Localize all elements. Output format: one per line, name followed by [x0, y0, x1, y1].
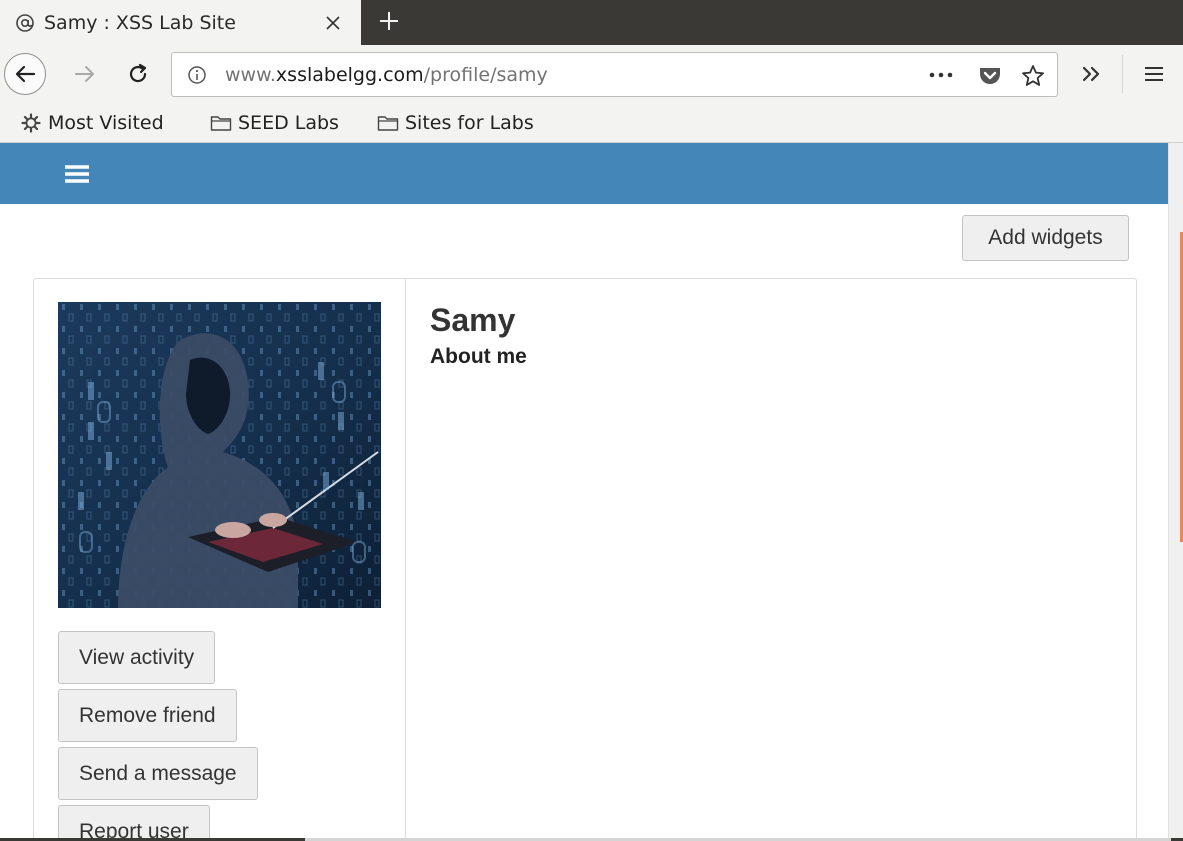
profile-box: View activity Remove friend Send a messa… — [33, 278, 1137, 841]
double-chevron-icon[interactable] — [1076, 58, 1108, 90]
tab-strip: Samy : XSS Lab Site — [0, 0, 1183, 45]
gear-icon — [20, 112, 42, 134]
hamburger-icon[interactable] — [60, 160, 94, 188]
close-icon[interactable] — [318, 8, 348, 38]
ellipsis-icon[interactable] — [926, 61, 956, 89]
profile-name: Samy — [430, 302, 516, 338]
remove-friend-button[interactable]: Remove friend — [58, 689, 237, 742]
folder-icon — [210, 112, 232, 134]
add-widgets-button[interactable]: Add widgets — [962, 215, 1129, 261]
bookmark-sites-for-labs[interactable]: Sites for Labs — [377, 109, 534, 137]
back-arrow-icon[interactable] — [4, 53, 46, 95]
url-text[interactable]: www.xsslabelgg.com/profile/samy — [225, 64, 548, 86]
report-user-button[interactable]: Report user — [58, 805, 210, 841]
pocket-icon[interactable] — [976, 62, 1004, 90]
avatar — [58, 302, 381, 608]
profile-details: Samy About me — [430, 299, 527, 369]
navigation-toolbar: www.xsslabelgg.com/profile/samy — [0, 45, 1183, 103]
bookmark-label: Most Visited — [48, 112, 164, 134]
about-me-heading: About me — [430, 345, 527, 368]
tab-title: Samy : XSS Lab Site — [44, 11, 236, 34]
url-prefix: www. — [225, 64, 276, 86]
folder-icon — [377, 112, 399, 134]
plus-icon[interactable] — [372, 4, 406, 38]
reload-icon[interactable] — [122, 58, 154, 90]
forward-arrow-icon[interactable] — [70, 59, 100, 89]
globe-at-icon — [14, 12, 36, 34]
page-content: Add widgets View activity Remove friend … — [0, 143, 1168, 841]
star-icon[interactable] — [1018, 61, 1048, 91]
bookmark-seed-labs[interactable]: SEED Labs — [210, 109, 339, 137]
bookmarks-toolbar: Most Visited SEED Labs Sites for Labs — [0, 103, 1183, 143]
address-bar[interactable]: www.xsslabelgg.com/profile/samy — [171, 52, 1058, 97]
url-path: /profile/samy — [423, 64, 548, 86]
toolbar-separator — [1122, 55, 1123, 93]
active-tab[interactable]: Samy : XSS Lab Site — [0, 0, 361, 45]
url-host: xsslabelgg.com — [275, 64, 424, 86]
bookmark-label: Sites for Labs — [405, 112, 534, 134]
profile-owner-block: View activity Remove friend Send a messa… — [34, 279, 406, 841]
hamburger-menu-icon[interactable] — [1138, 58, 1170, 90]
view-activity-button[interactable]: View activity — [58, 631, 216, 684]
info-icon[interactable] — [186, 64, 208, 86]
site-header — [0, 143, 1168, 204]
send-message-button[interactable]: Send a message — [58, 747, 258, 800]
bookmark-most-visited[interactable]: Most Visited — [20, 109, 164, 137]
bookmark-label: SEED Labs — [238, 112, 339, 134]
